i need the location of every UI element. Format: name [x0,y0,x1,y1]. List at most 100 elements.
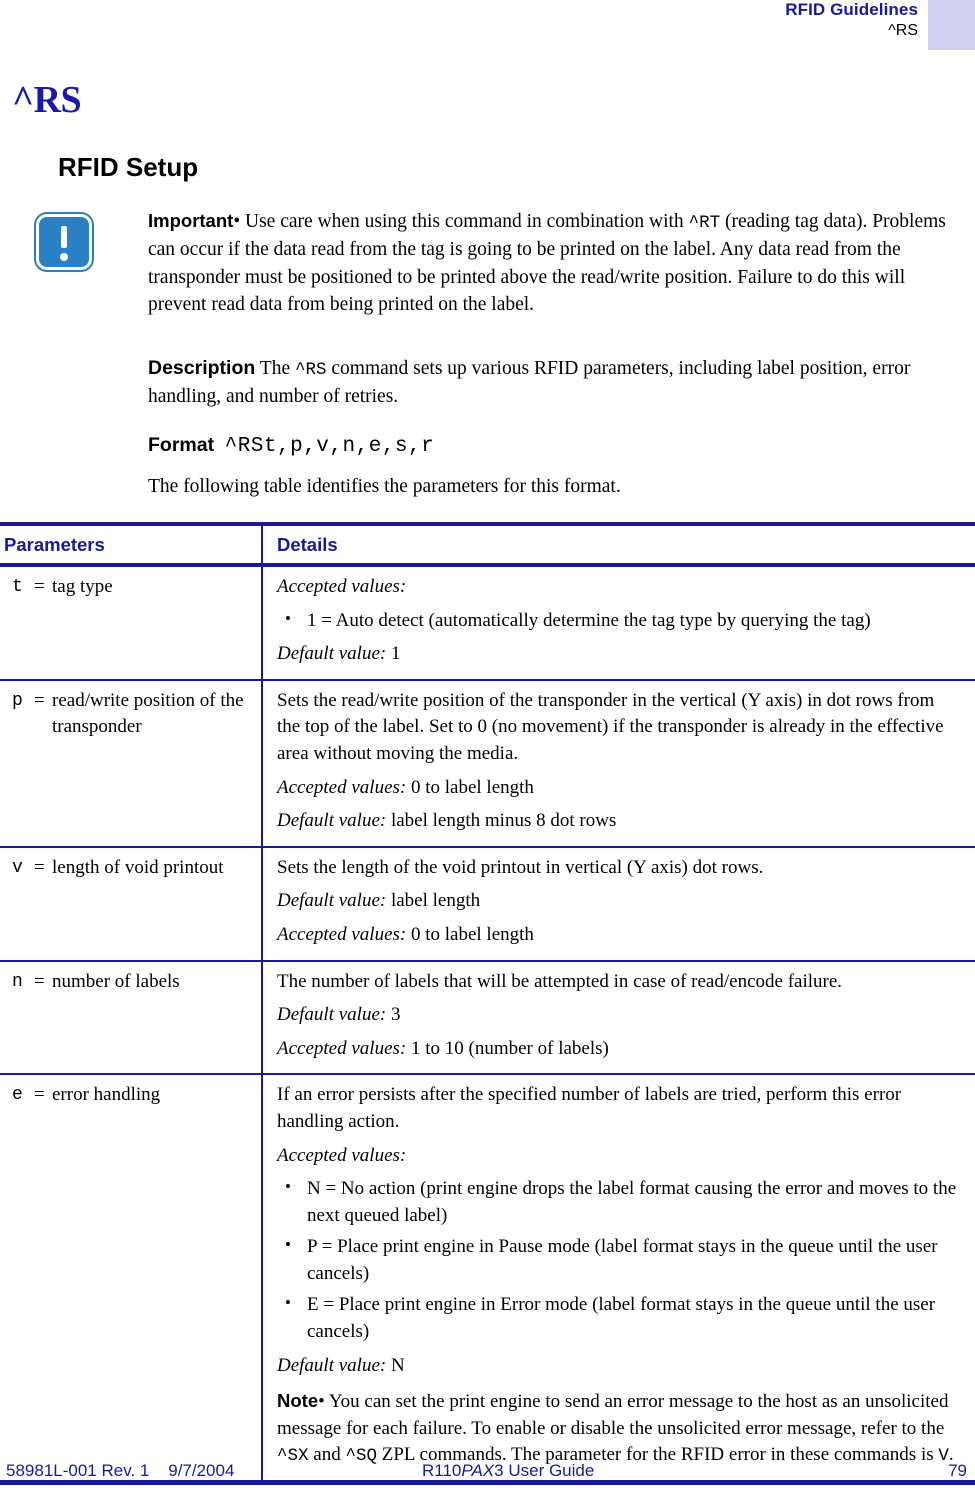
description-label: Description [148,357,256,379]
default-value-line: Default value: label length [277,888,957,915]
parameter-equals: = [34,856,45,878]
default-value-text: label length minus 8 dot rows [386,810,617,832]
details-cell-t: Accepted values: 1 = Auto detect (automa… [261,565,975,681]
parameter-equals: = [34,1084,45,1106]
default-value-text: 1 [386,643,401,665]
header-text-group: RFID Guidelines ^RS [785,0,918,41]
default-value-line: Default value: 3 [277,1002,957,1029]
default-value-label: Default value: [277,890,387,912]
details-cell-v: Sets the length of the void printout in … [261,846,975,962]
default-value-line: Default value: label length minus 8 dot … [277,808,957,835]
format-block: Format ^RSt,p,v,n,e,s,r [148,430,968,462]
parameter-letter: p [12,690,23,711]
column-header-details: Details [261,522,975,567]
parameter-letter: n [12,971,23,992]
details-paragraph: Sets the length of the void printout in … [277,856,764,878]
important-text-1: Use care when using this command in comb… [240,211,689,232]
parameter-letter: v [12,857,23,878]
parameter-cell-e: e = error handling [0,1074,262,1486]
default-value-label: Default value: [277,1354,387,1376]
parameter-cell-p: p = read/write position of the transpond… [0,679,262,848]
accepted-values-text: 1 to 10 (number of labels) [406,1037,609,1059]
parameter-name: tag type [52,576,113,597]
exclamation-dot [60,253,68,261]
default-value-line: Default value: 1 [277,641,957,668]
format-label: Format [148,434,215,456]
accepted-values-label: Accepted values: [277,923,407,945]
page-header: RFID Guidelines ^RS [0,0,975,58]
command-heading: ^RS [12,79,82,121]
accepted-values-line: Accepted values: 1 to 10 (number of labe… [277,1036,957,1063]
description-block: Description The ^RS command sets up vari… [148,355,968,411]
details-paragraph: The number of labels that will be attemp… [277,970,843,992]
format-code: ^RSt,p,v,n,e,s,r [224,435,435,458]
accepted-values-label: Accepted values: [277,576,407,597]
parameter-cell-n: n = number of labels [0,960,262,1076]
accepted-values-line: Accepted values: 0 to label length [277,775,957,802]
parameter-equals: = [34,970,45,992]
parameter-name: error handling [52,1084,161,1106]
header-chapter-title: RFID Guidelines [785,0,918,19]
parameter-cell-v: v = length of void printout [0,846,262,962]
table-row: p = read/write position of the transpond… [0,679,975,848]
default-value-label: Default value: [277,643,387,665]
parameter-equals: = [34,689,45,711]
accepted-values-label: Accepted values: [277,1037,407,1059]
table-row: e = error handling If an error persists … [0,1074,975,1486]
details-paragraph: If an error persists after the specified… [277,1084,902,1132]
parameter-name: length of void printout [52,856,224,878]
exclamation-bar [61,226,67,248]
header-corner-block [928,0,975,50]
accepted-values-line: Accepted values: 0 to label length [277,922,957,949]
table-header-row: Parameters Details [0,522,975,567]
default-value-label: Default value: [277,810,387,832]
footer-guide-pre: R110 [422,1461,462,1480]
note-text-1: You can set the print engine to send an … [277,1391,949,1439]
page-footer: 58981L-001 Rev. 1 9/7/2004 R110PAX3 User… [0,1461,975,1487]
default-value-label: Default value: [277,1004,387,1026]
accepted-values-label: Accepted values: [277,776,407,798]
list-item: 1 = Auto detect (automatically determine… [277,607,957,635]
details-cell-n: The number of labels that will be attemp… [261,960,975,1076]
footer-guide-title: R110PAX3 User Guide [422,1461,594,1481]
footer-guide-italic: PAX [461,1461,495,1480]
note-separator: • [318,1391,325,1413]
list-item: E = Place print engine in Error mode (la… [277,1291,957,1345]
important-callout-text: Important• Use care when using this comm… [148,208,966,319]
table-intro: The following table identifies the param… [148,476,621,497]
parameter-name: read/write position of the transponder [52,689,244,738]
description-text-1: The [255,358,295,379]
parameter-letter: e [12,1085,23,1106]
column-header-parameters: Parameters [0,522,262,567]
default-value-text: 3 [386,1004,401,1026]
header-command-name: ^RS [888,22,918,40]
details-cell-p: Sets the read/write position of the tran… [261,679,975,848]
accepted-values-text: 0 to label length [406,776,534,798]
accepted-values-list: N = No action (print engine drops the la… [277,1175,957,1346]
note-label: Note [277,1390,319,1412]
default-value-line: Default value: N [277,1353,957,1380]
parameter-equals: = [34,576,45,597]
important-code-rt: ^RT [688,213,721,233]
parameter-cell-t: t = tag type [0,565,262,681]
important-label: Important [148,210,234,231]
details-paragraph: Sets the read/write position of the tran… [277,689,944,764]
list-item: P = Place print engine in Pause mode (la… [277,1233,957,1287]
table-row: v = length of void printout Sets the len… [0,846,975,962]
default-value-text: label length [386,890,481,912]
note-callout: Note• You can set the print engine to se… [277,1388,957,1469]
important-callout: Important• Use care when using this comm… [36,208,966,319]
details-cell-e: If an error persists after the specified… [261,1074,975,1486]
description-code-rs: ^RS [295,360,327,380]
important-exclamation-icon [36,214,92,270]
parameter-letter: t [12,577,23,597]
table-row: t = tag type Accepted values: 1 = Auto d… [0,565,975,681]
accepted-values-list: 1 = Auto detect (automatically determine… [277,607,957,635]
footer-document-id: 58981L-001 Rev. 1 9/7/2004 [6,1461,235,1480]
section-heading: RFID Setup [58,152,199,182]
default-value-text: N [386,1354,405,1376]
parameters-table: Parameters Details t = tag type Accepted… [0,522,975,1486]
list-item: N = No action (print engine drops the la… [277,1175,957,1229]
footer-guide-post: 3 User Guide [494,1461,595,1480]
accepted-values-text: 0 to label length [406,923,534,945]
